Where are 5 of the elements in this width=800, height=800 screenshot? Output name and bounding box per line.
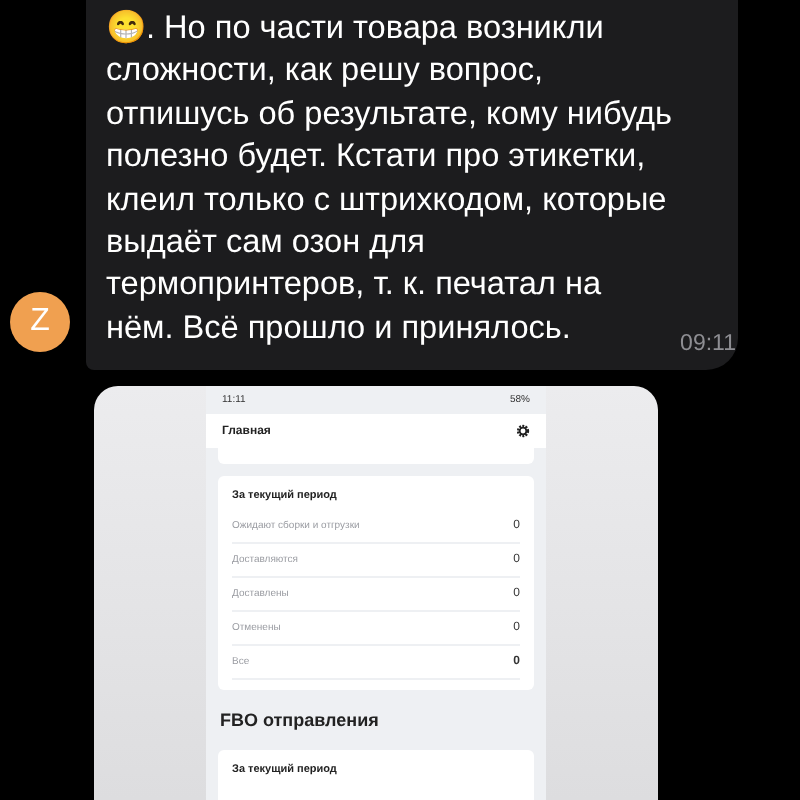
avatar: Z	[10, 292, 70, 353]
settings-icon[interactable]	[516, 424, 530, 439]
section-heading: FBO отправления	[218, 708, 381, 735]
message-text: 😁. Но по части товара возникли сложности, как решу вопрос, отпишусь об результате, кому нибудь полезно будет. Кстати про этикетки, клеил только с штрихкодом, которые выдаёт сам озон для термопринтеров, т. к. печатал на нём. Всё прошло и принялось.	[106, 8, 673, 350]
message-time: 09:11	[680, 332, 736, 357]
